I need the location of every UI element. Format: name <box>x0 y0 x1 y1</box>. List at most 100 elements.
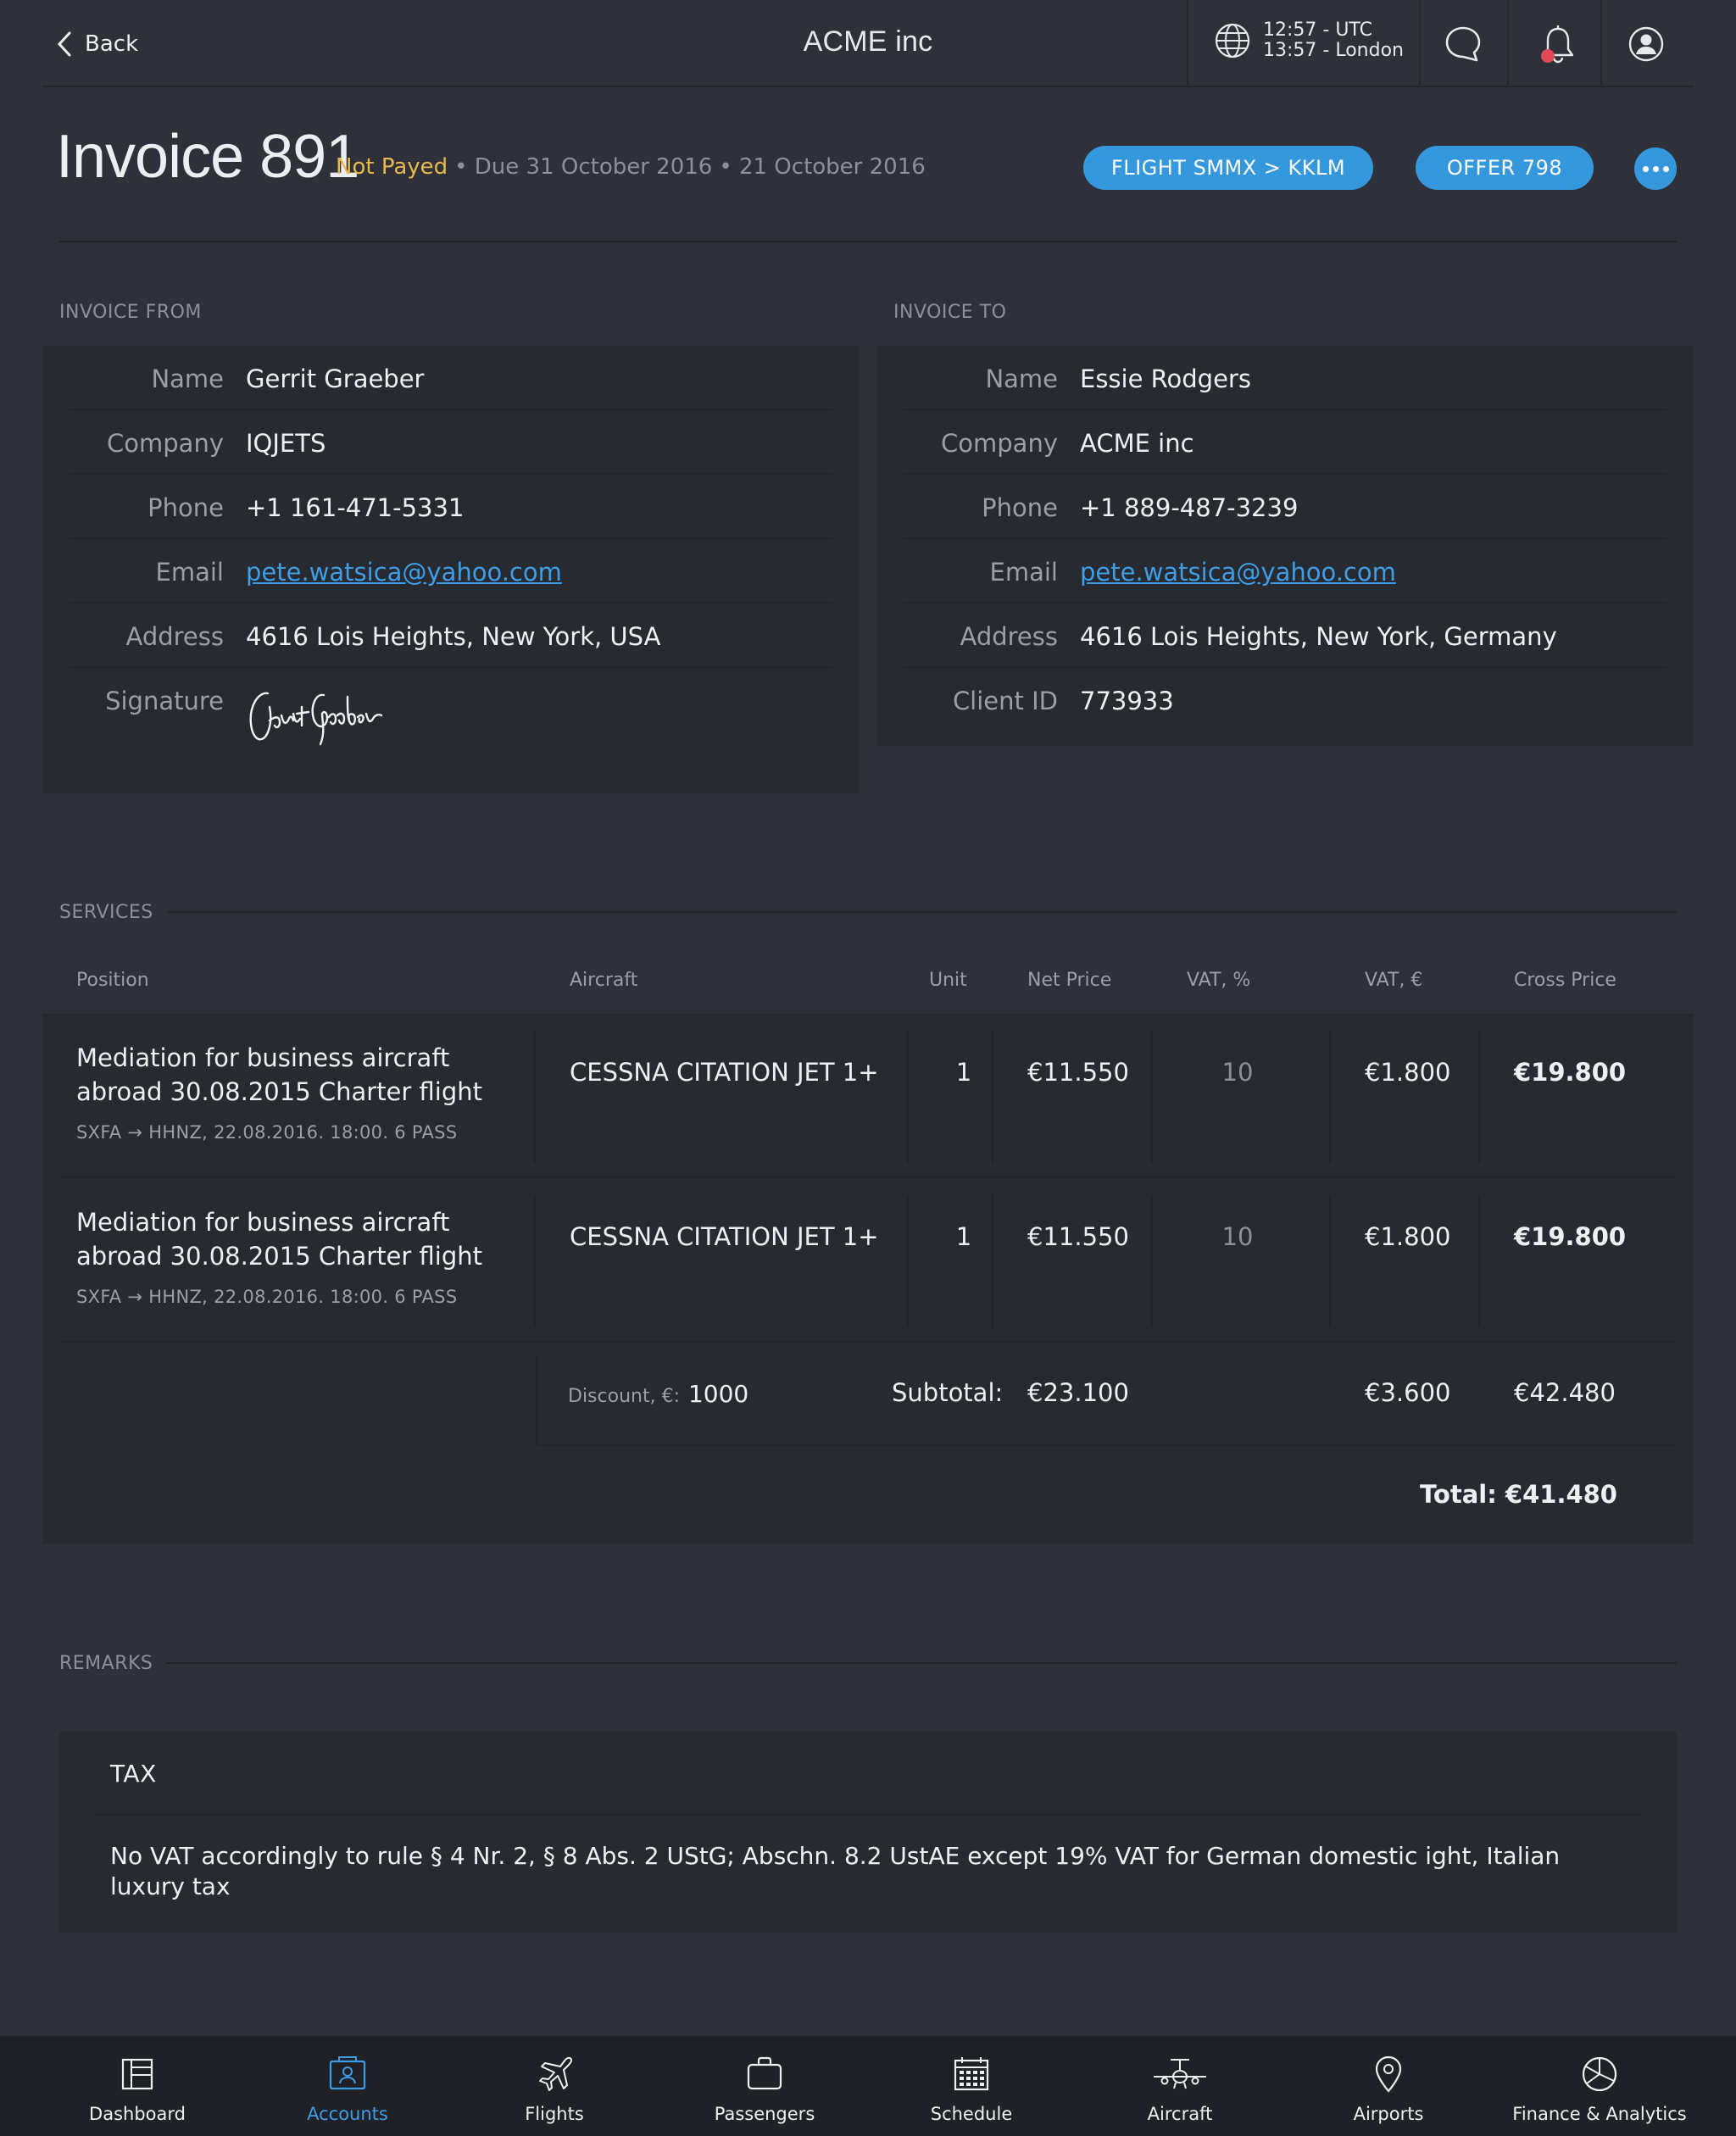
column-divider <box>1478 1031 1480 1163</box>
from-row-address: Address 4616 Lois Heights, New York, USA <box>70 604 832 668</box>
notifications-button[interactable] <box>1533 19 1583 70</box>
from-row-company: Company IQJETS <box>70 410 832 475</box>
position-title-line: Mediation for business aircraft <box>76 1043 450 1072</box>
net-price-cell: €11.550 <box>1027 1058 1129 1087</box>
nav-item-dashboard[interactable]: Dashboard <box>44 2053 231 2124</box>
nav-item-accounts[interactable]: Accounts <box>254 2053 441 2124</box>
nav-label: Passengers <box>714 2104 815 2124</box>
column-header-position: Position <box>76 970 149 991</box>
field-value: 4616 Lois Heights, New York, USA <box>246 622 661 651</box>
notification-badge <box>1541 49 1555 63</box>
nav-item-schedule[interactable]: Schedule <box>878 2053 1065 2124</box>
discount-value: 1000 <box>687 1380 749 1408</box>
remarks-panel: TAX No VAT accordingly to rule § 4 Nr. 2… <box>59 1731 1677 1933</box>
column-divider <box>1478 1195 1480 1327</box>
to-row-name: Name Essie Rodgers <box>904 346 1666 410</box>
to-row-address: Address 4616 Lois Heights, New York, Ger… <box>904 604 1666 668</box>
field-value: Essie Rodgers <box>1080 364 1251 393</box>
nav-item-flights[interactable]: Flights <box>461 2053 648 2124</box>
chat-bubble-icon <box>1445 26 1481 62</box>
field-label: Email <box>989 558 1058 587</box>
flight-link-button[interactable]: FLIGHT SMMX > KKLM <box>1083 146 1373 190</box>
field-label: Email <box>155 558 224 587</box>
position-subtitle: SXFA → HHNZ, 22.08.2016. 18:00. 6 PASS <box>76 1287 458 1307</box>
more-dots-icon <box>1642 165 1649 172</box>
field-label: Phone <box>982 493 1058 522</box>
divider <box>166 1662 1677 1664</box>
unit-cell: 1 <box>955 1222 972 1251</box>
signature-image <box>249 692 383 746</box>
nav-item-passengers[interactable]: Passengers <box>671 2053 858 2124</box>
field-value: 4616 Lois Heights, New York, Germany <box>1080 622 1557 651</box>
back-label: Back <box>85 31 139 57</box>
column-divider <box>534 1195 536 1327</box>
to-row-email: Email pete.watsica@yahoo.com <box>904 539 1666 604</box>
column-divider <box>1151 1031 1153 1163</box>
more-dots-icon <box>1662 165 1669 172</box>
services-label: SERVICES <box>59 902 153 923</box>
field-label: Address <box>960 622 1059 651</box>
column-header-cross-price: Cross Price <box>1514 970 1616 991</box>
field-value: Gerrit Graeber <box>246 364 425 393</box>
nav-label: Schedule <box>930 2104 1013 2124</box>
nav-item-finance-analytics[interactable]: Finance & Analytics <box>1504 2053 1695 2124</box>
due-date: • Due 31 October 2016 <box>454 154 713 180</box>
invoice-total: Total: €41.480 <box>1419 1480 1617 1509</box>
divider <box>1507 0 1509 86</box>
pie-chart-icon <box>1582 2056 1617 2092</box>
world-clock[interactable]: 12:57 - UTC 13:57 - London <box>1214 20 1404 61</box>
field-value: 773933 <box>1080 687 1174 715</box>
calendar-icon <box>954 2057 989 2091</box>
invoice-to-panel: Name Essie Rodgers Company ACME inc Phon… <box>876 346 1694 746</box>
invoice-from-label: INVOICE FROM <box>59 302 202 323</box>
column-header-vat-percent: VAT, % <box>1187 970 1251 991</box>
back-button[interactable]: Back <box>56 25 138 63</box>
services-table: Mediation for business aircraft abroad 3… <box>42 1014 1694 1544</box>
more-dots-icon <box>1652 165 1659 172</box>
top-bar: Back ACME inc 12:57 - UTC 13:57 - London <box>0 0 1736 87</box>
column-divider <box>907 1031 909 1163</box>
column-divider <box>992 1195 993 1327</box>
aircraft-cell: CESSNA CITATION JET 1+ <box>570 1222 879 1251</box>
to-row-client-id: Client ID 773933 <box>904 668 1666 732</box>
divider <box>1419 0 1421 86</box>
discount-field[interactable]: Discount, €: 1000 <box>568 1380 748 1408</box>
field-label: Address <box>125 622 225 651</box>
column-header-aircraft: Aircraft <box>570 970 638 991</box>
email-link[interactable]: pete.watsica@yahoo.com <box>1080 558 1396 587</box>
divider <box>1600 0 1602 86</box>
column-divider <box>536 1356 537 1444</box>
nav-item-aircraft[interactable]: Aircraft <box>1087 2053 1273 2124</box>
cross-price-cell: €19.800 <box>1514 1222 1627 1251</box>
divider <box>59 241 1677 242</box>
invoice-from-panel: Name Gerrit Graeber Company IQJETS Phone… <box>42 346 860 793</box>
more-options-button[interactable] <box>1634 147 1677 190</box>
nav-label: Finance & Analytics <box>1512 2104 1687 2124</box>
column-divider <box>992 1031 993 1163</box>
nav-item-airports[interactable]: Airports <box>1295 2053 1482 2124</box>
divider <box>537 1444 1677 1446</box>
profile-button[interactable] <box>1621 19 1672 70</box>
from-row-phone: Phone +1 161-471-5331 <box>70 475 832 539</box>
divider <box>168 911 1677 913</box>
nav-label: Flights <box>525 2104 584 2124</box>
email-link[interactable]: pete.watsica@yahoo.com <box>246 558 562 587</box>
column-divider <box>1329 1195 1331 1327</box>
nav-label: Airports <box>1353 2104 1424 2124</box>
column-divider <box>1151 1195 1153 1327</box>
subtotal-vat: €3.600 <box>1365 1378 1451 1407</box>
accounts-icon <box>329 2056 366 2090</box>
from-row-name: Name Gerrit Graeber <box>70 346 832 410</box>
table-row: Mediation for business aircraft abroad 3… <box>42 1178 1694 1343</box>
divider <box>42 86 1694 87</box>
briefcase-icon <box>747 2056 782 2090</box>
position-title: Mediation for business aircraft abroad 3… <box>76 1041 482 1109</box>
from-row-signature: Signature <box>70 668 832 787</box>
offer-link-button[interactable]: OFFER 798 <box>1416 146 1594 190</box>
chevron-left-icon <box>57 31 71 57</box>
issue-date: • 21 October 2016 <box>719 154 926 180</box>
from-row-email: Email pete.watsica@yahoo.com <box>70 539 832 604</box>
vat-percent-cell: 10 <box>1221 1058 1254 1087</box>
chat-button[interactable] <box>1438 19 1488 70</box>
remarks-text: No VAT accordingly to rule § 4 Nr. 2, § … <box>110 1842 1561 1900</box>
